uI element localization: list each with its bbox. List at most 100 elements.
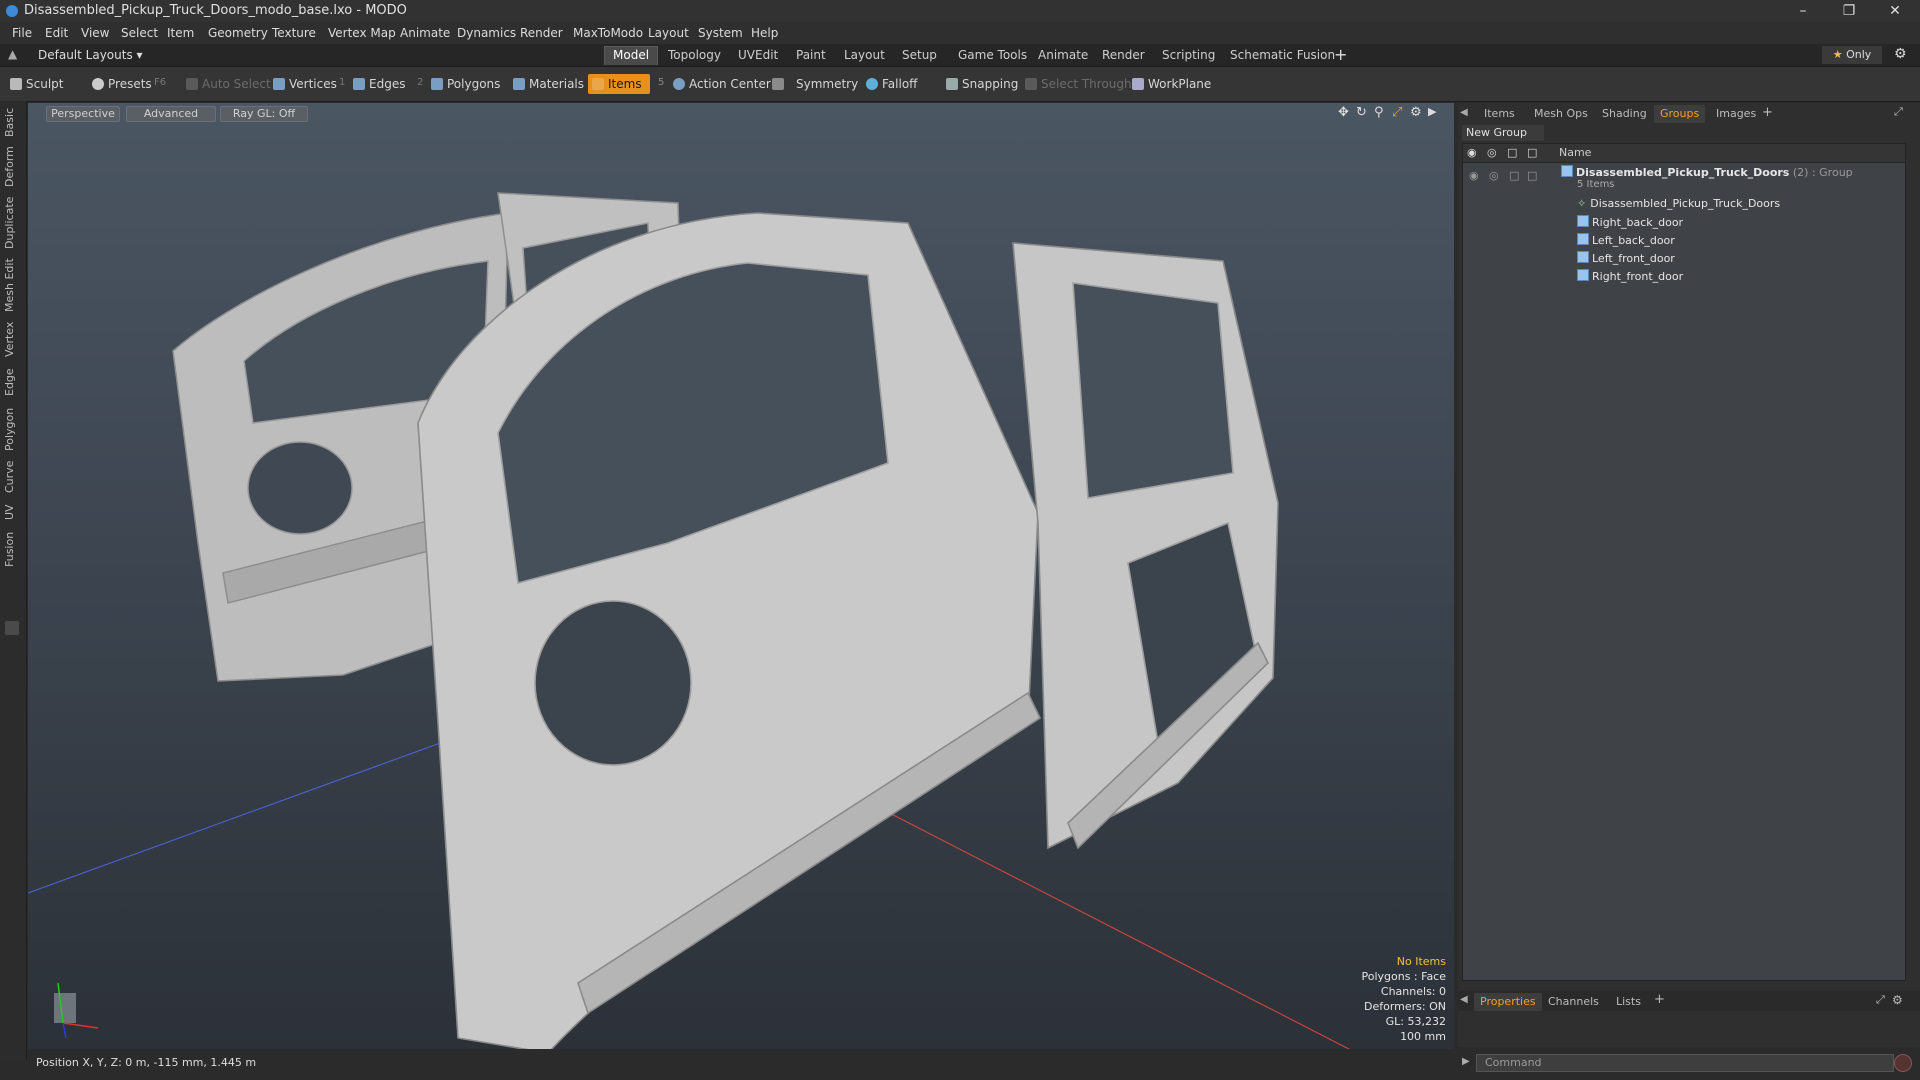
tab-schematic-fusion[interactable]: Schematic Fusion <box>1222 47 1343 63</box>
lock-column-icon[interactable]: □ <box>1507 146 1517 159</box>
layout-selector[interactable]: Default Layouts ▾ <box>38 48 143 62</box>
vertices-button[interactable]: Vertices <box>273 75 337 93</box>
add-tab-icon[interactable]: + <box>1334 45 1347 64</box>
sculpt-button[interactable]: Sculpt <box>10 75 63 93</box>
3d-viewport[interactable]: Perspective Advanced Ray GL: Off ✥ ↻ ⚲ ⤢… <box>28 103 1454 1049</box>
name-column-header[interactable]: Name <box>1559 146 1591 159</box>
list-item[interactable]: Left_back_door <box>1463 231 1905 249</box>
list-item[interactable]: Left_front_door <box>1463 249 1905 267</box>
tab-topology[interactable]: Topology <box>660 47 729 63</box>
layout-toggle-icon[interactable]: ▲ <box>8 47 17 61</box>
perspective-view-button[interactable]: Perspective <box>46 106 120 122</box>
tab-items[interactable]: Items <box>1478 105 1521 123</box>
panel-collapse-icon[interactable]: ◀ <box>1460 107 1468 118</box>
raygl-button[interactable]: Ray GL: Off <box>220 106 308 122</box>
tab-edge[interactable]: Edge <box>3 365 21 399</box>
group-lock-icon[interactable]: □ <box>1509 169 1519 182</box>
shading-mode-button[interactable]: Advanced <box>126 106 216 122</box>
tab-setup[interactable]: Setup <box>894 47 945 63</box>
tab-game-tools[interactable]: Game Tools <box>950 47 1035 63</box>
menu-render[interactable]: Render <box>520 26 563 40</box>
restore-button[interactable]: ❐ <box>1826 0 1872 22</box>
tab-render[interactable]: Render <box>1094 47 1153 63</box>
tab-layout[interactable]: Layout <box>836 47 893 63</box>
presets-button[interactable]: Presets <box>92 75 152 93</box>
expand-properties-icon[interactable]: ⤢ <box>1876 993 1885 1007</box>
menu-vertex-map[interactable]: Vertex Map <box>328 26 396 40</box>
viewport-more-icon[interactable]: ▶ <box>1428 105 1436 118</box>
properties-collapse-icon[interactable]: ◀ <box>1460 994 1468 1005</box>
tab-uvedit[interactable]: UVEdit <box>730 47 786 63</box>
viewport-settings-icon[interactable]: ⚙ <box>1410 105 1422 120</box>
zoom-view-icon[interactable]: ⚲ <box>1374 105 1384 120</box>
tab-duplicate[interactable]: Duplicate <box>3 195 21 251</box>
tab-shading[interactable]: Shading <box>1596 105 1653 123</box>
move-view-icon[interactable]: ✥ <box>1338 105 1349 120</box>
maximize-view-icon[interactable]: ⤢ <box>1392 105 1402 120</box>
group-render-icon[interactable]: ◎ <box>1489 169 1499 182</box>
menu-maxtomodo[interactable]: MaxToModo <box>573 26 643 40</box>
tab-lists[interactable]: Lists <box>1610 993 1647 1011</box>
menu-view[interactable]: View <box>81 26 109 40</box>
action-center-button[interactable]: Action Center <box>673 75 771 93</box>
polygons-button[interactable]: Polygons <box>431 75 500 93</box>
panel-toggle-button[interactable] <box>5 621 19 635</box>
group-visibility-icon[interactable]: ◉ <box>1469 169 1479 182</box>
gear-icon[interactable]: ⚙ <box>1894 46 1907 62</box>
items-button[interactable]: Items <box>588 74 650 94</box>
tab-properties[interactable]: Properties <box>1474 993 1542 1011</box>
tab-paint[interactable]: Paint <box>788 47 834 63</box>
only-toggle[interactable]: ★ Only <box>1822 46 1882 64</box>
snapping-button[interactable]: Snapping <box>946 75 1018 93</box>
properties-gear-icon[interactable]: ⚙ <box>1892 993 1903 1007</box>
materials-button[interactable]: Materials <box>513 75 584 93</box>
tab-animate[interactable]: Animate <box>1030 47 1096 63</box>
edges-button[interactable]: Edges <box>353 75 405 93</box>
tab-deform[interactable]: Deform <box>3 145 21 189</box>
tab-channels[interactable]: Channels <box>1542 993 1605 1011</box>
menu-file[interactable]: File <box>12 26 32 40</box>
tab-vertex[interactable]: Vertex <box>3 319 21 359</box>
group-select-icon[interactable]: □ <box>1527 169 1537 182</box>
menu-texture[interactable]: Texture <box>272 26 316 40</box>
menu-layout[interactable]: Layout <box>648 26 689 40</box>
menu-item[interactable]: Item <box>167 26 194 40</box>
auto-select-button[interactable]: Auto Select <box>186 75 271 93</box>
tab-mesh-edit[interactable]: Mesh Edit <box>3 257 21 313</box>
command-input[interactable]: Command <box>1476 1054 1894 1072</box>
add-properties-tab-icon[interactable]: + <box>1654 992 1665 1007</box>
command-history-icon[interactable] <box>1894 1054 1912 1072</box>
list-item[interactable]: Right_back_door <box>1463 213 1905 231</box>
rotate-view-icon[interactable]: ↻ <box>1356 105 1367 120</box>
menu-geometry[interactable]: Geometry <box>208 26 268 40</box>
list-item[interactable]: ✧ Disassembled_Pickup_Truck_Doors <box>1463 195 1905 213</box>
tab-fusion[interactable]: Fusion <box>3 529 21 569</box>
menu-select[interactable]: Select <box>121 26 158 40</box>
tab-uv[interactable]: UV <box>3 501 21 523</box>
workplane-button[interactable]: WorkPlane <box>1132 75 1211 93</box>
menu-dynamics[interactable]: Dynamics <box>457 26 516 40</box>
menu-edit[interactable]: Edit <box>45 26 68 40</box>
list-item[interactable]: Right_front_door <box>1463 267 1905 285</box>
select-through-button[interactable]: Select Through <box>1025 75 1132 93</box>
tab-groups[interactable]: Groups <box>1654 105 1706 123</box>
add-panel-tab-icon[interactable]: + <box>1762 105 1773 120</box>
menu-system[interactable]: System <box>698 26 743 40</box>
tab-scripting[interactable]: Scripting <box>1154 47 1223 63</box>
menu-animate[interactable]: Animate <box>400 26 450 40</box>
render-column-icon[interactable]: ◎ <box>1487 146 1497 159</box>
visibility-column-icon[interactable]: ◉ <box>1467 146 1477 159</box>
tab-curve[interactable]: Curve <box>3 459 21 495</box>
falloff-button[interactable]: Falloff <box>866 75 917 93</box>
tab-model[interactable]: Model <box>604 46 659 65</box>
select-column-icon[interactable]: □ <box>1527 146 1537 159</box>
symmetry-button[interactable]: Symmetry <box>772 75 858 93</box>
tab-basic[interactable]: Basic <box>3 105 21 139</box>
tab-mesh-ops[interactable]: Mesh Ops <box>1528 105 1594 123</box>
new-group-button[interactable]: New Group <box>1462 125 1544 141</box>
tab-polygon[interactable]: Polygon <box>3 405 21 453</box>
close-button[interactable]: ✕ <box>1872 0 1918 22</box>
tab-images[interactable]: Images <box>1710 105 1762 123</box>
menu-help[interactable]: Help <box>751 26 778 40</box>
minimize-button[interactable]: – <box>1780 0 1826 22</box>
